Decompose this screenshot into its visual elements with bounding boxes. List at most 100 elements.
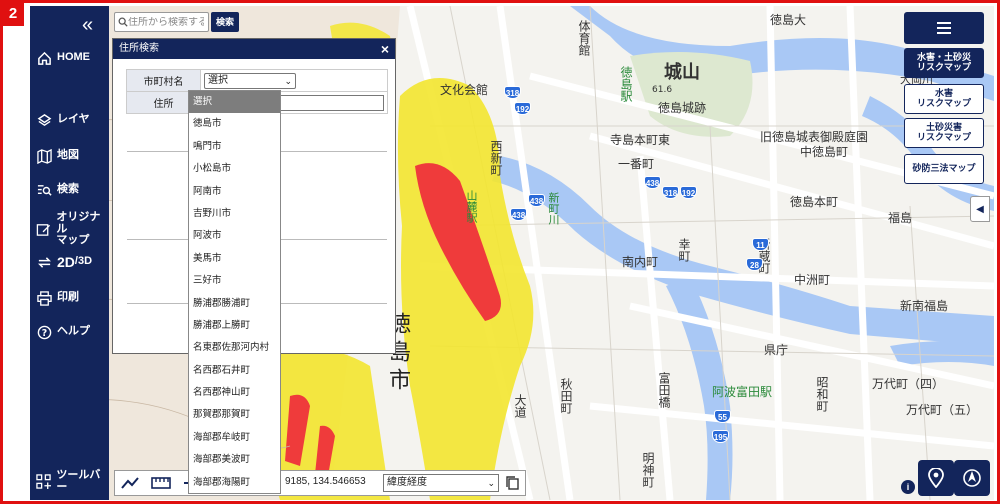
step-badge: 2 <box>2 2 24 26</box>
map-label-fukushima: 福島 <box>888 211 913 225</box>
current-location-button[interactable] <box>918 460 954 496</box>
map-label-saiwai: 幸町 <box>677 238 691 262</box>
map-label-sanroku-station: 山麓駅 <box>465 190 478 223</box>
compass-icon <box>963 469 981 487</box>
flood-riskmap-button[interactable]: 水害 リスクマップ <box>904 84 984 114</box>
map-label-nishishinmachi: 西新町 <box>489 140 503 176</box>
search-input[interactable] <box>128 16 204 28</box>
map-label-myojin: 明神町 <box>641 452 655 488</box>
dropdown-option[interactable]: 三好市 <box>189 270 280 292</box>
map-label-bunka-kaikan: 文化会館 <box>440 83 489 97</box>
dropdown-option[interactable]: 鳴門市 <box>189 136 280 158</box>
dropdown-option[interactable]: 名西郡石井町 <box>189 360 280 382</box>
dropdown-option[interactable]: 勝浦郡上勝町 <box>189 315 280 337</box>
sidebar-item-label-suffix: /3D <box>74 255 93 268</box>
print-icon <box>36 290 52 306</box>
route-badge: 438 <box>510 208 527 221</box>
edit-icon <box>36 221 51 237</box>
map-icon <box>36 148 52 164</box>
route-badge: 318 <box>662 186 679 199</box>
dropdown-option[interactable]: 海部郡海陽町 <box>189 472 280 493</box>
map-label-castle-ruins: 徳島城跡 <box>658 101 707 115</box>
dropdown-option[interactable]: 小松島市 <box>189 158 280 180</box>
sidebar-item-2d-3d[interactable]: 2D/3D <box>36 254 92 270</box>
search-icon <box>118 17 128 27</box>
swap-icon <box>36 254 52 270</box>
dropdown-option[interactable]: 那賀郡那賀町 <box>189 404 280 426</box>
city-dropdown-list: 選択 徳島市 鳴門市 小松島市 阿南市 吉野川市 阿波市 美馬市 三好市 勝浦郡… <box>188 90 281 494</box>
city-select[interactable]: 選択 ⌄ <box>204 72 296 89</box>
map-label-kenchou: 県庁 <box>764 343 789 357</box>
search-button[interactable]: 検索 <box>211 12 239 32</box>
sidebar-item-map[interactable]: 地図 <box>36 148 79 164</box>
layers-icon <box>36 112 52 128</box>
dropdown-option[interactable]: 海部郡美波町 <box>189 449 280 471</box>
city-select-value: 選択 <box>208 74 228 86</box>
chevron-left-icon: ◀ <box>976 203 984 215</box>
info-icon[interactable]: i <box>901 480 915 494</box>
route-badge: 195 <box>712 430 729 443</box>
map-label-ichibancho: 一番町 <box>618 157 655 171</box>
dropdown-option[interactable]: 阿波市 <box>189 225 280 247</box>
dropdown-option[interactable]: 吉野川市 <box>189 203 280 225</box>
map-label-castle-elevation: 61.6 <box>652 85 673 95</box>
sidebar-item-label: レイヤ <box>57 113 90 126</box>
flood-landslide-riskmap-button[interactable]: 水害・土砂災 リスクマップ <box>904 48 984 78</box>
collapse-sidebar-icon[interactable]: « <box>82 14 93 37</box>
sidebar: « HOME レイヤ 地図 検索 オリジナル マップ 2D/3D 印刷 ? ヘル… <box>30 6 109 500</box>
map-label-teramachi: 寺島本町東 <box>610 133 671 147</box>
map-label-nakasu: 中洲町 <box>794 273 831 287</box>
map-label-tokushima-station: 徳島駅 <box>619 66 633 102</box>
route-badge: 438 <box>528 194 545 207</box>
map-label-castle: 城山 <box>664 62 700 83</box>
map-label-mandai-5: 万代町（五） <box>906 403 979 417</box>
dropdown-option[interactable]: 徳島市 <box>189 113 280 135</box>
expand-panel-tab[interactable]: ◀ <box>970 196 990 222</box>
map-label-tokushima-top: 徳島大 <box>770 13 807 27</box>
map-label-nakatokushima: 中徳島町 <box>800 145 849 159</box>
map-label-shinmachi-river: 新町川 <box>547 192 560 225</box>
chevron-down-icon: ⌄ <box>284 75 292 86</box>
sidebar-item-label: 印刷 <box>57 291 79 304</box>
close-icon[interactable]: × <box>381 39 389 59</box>
landslide-riskmap-button[interactable]: 土砂災害 リスクマップ <box>904 118 984 148</box>
map-label-tokushima-honcho: 徳島本町 <box>790 195 839 209</box>
dropdown-option[interactable]: 選択 <box>189 91 280 114</box>
dropdown-option[interactable]: 阿南市 <box>189 181 280 203</box>
sidebar-item-label: ヘルプ <box>57 325 90 338</box>
dropdown-option[interactable]: 勝浦郡勝浦町 <box>189 293 280 315</box>
coordinate-format-select[interactable]: 緯度経度 ⌄ <box>383 474 499 492</box>
route-badge: 438 <box>644 176 661 189</box>
route-badge: 318 <box>504 86 521 99</box>
measure-line-icon[interactable] <box>121 476 139 490</box>
dialog-header: 住所検索 × <box>113 39 395 59</box>
menu-button[interactable] <box>904 12 984 44</box>
copy-icon[interactable] <box>505 475 521 491</box>
bottom-toolbar: 9185, 134.546653 緯度経度 ⌄ <box>114 470 526 496</box>
dropdown-option[interactable]: 美馬市 <box>189 248 280 270</box>
map-label-akita: 秋田町 <box>559 378 573 414</box>
sidebar-item-label: 2D <box>57 253 75 270</box>
sidebar-item-label: ツールバー <box>56 469 101 493</box>
city-label: 市町村名 <box>126 69 201 92</box>
address-search-box <box>114 12 209 32</box>
sidebar-item-print[interactable]: 印刷 <box>36 290 79 306</box>
compass-button[interactable] <box>954 460 990 496</box>
sidebar-item-original-map[interactable]: オリジナル マップ <box>36 211 109 247</box>
sidebar-item-toolbar[interactable]: ツールバー <box>36 469 109 493</box>
sabo-law-map-button[interactable]: 砂防三法マップ <box>904 154 984 184</box>
sidebar-item-label: オリジナル マップ <box>56 211 101 247</box>
sidebar-item-layer[interactable]: レイヤ <box>36 112 90 128</box>
sidebar-item-help[interactable]: ? ヘルプ <box>36 324 90 340</box>
coordinate-format-value: 緯度経度 <box>387 477 427 488</box>
route-badge: 192 <box>514 102 531 115</box>
dropdown-option[interactable]: 海部郡牟岐町 <box>189 427 280 449</box>
dropdown-option[interactable]: 名西郡神山町 <box>189 382 280 404</box>
map-label-taiikukan: 体育館 <box>577 20 591 56</box>
map-label-omichi: 大道 <box>513 394 527 418</box>
ruler-icon[interactable] <box>151 477 171 489</box>
sidebar-item-home[interactable]: HOME <box>36 50 90 66</box>
map-label-tomita-bridge: 富田橋 <box>657 372 671 408</box>
sidebar-item-search[interactable]: 検索 <box>36 182 79 198</box>
dropdown-option[interactable]: 名東郡佐那河内村 <box>189 337 280 359</box>
